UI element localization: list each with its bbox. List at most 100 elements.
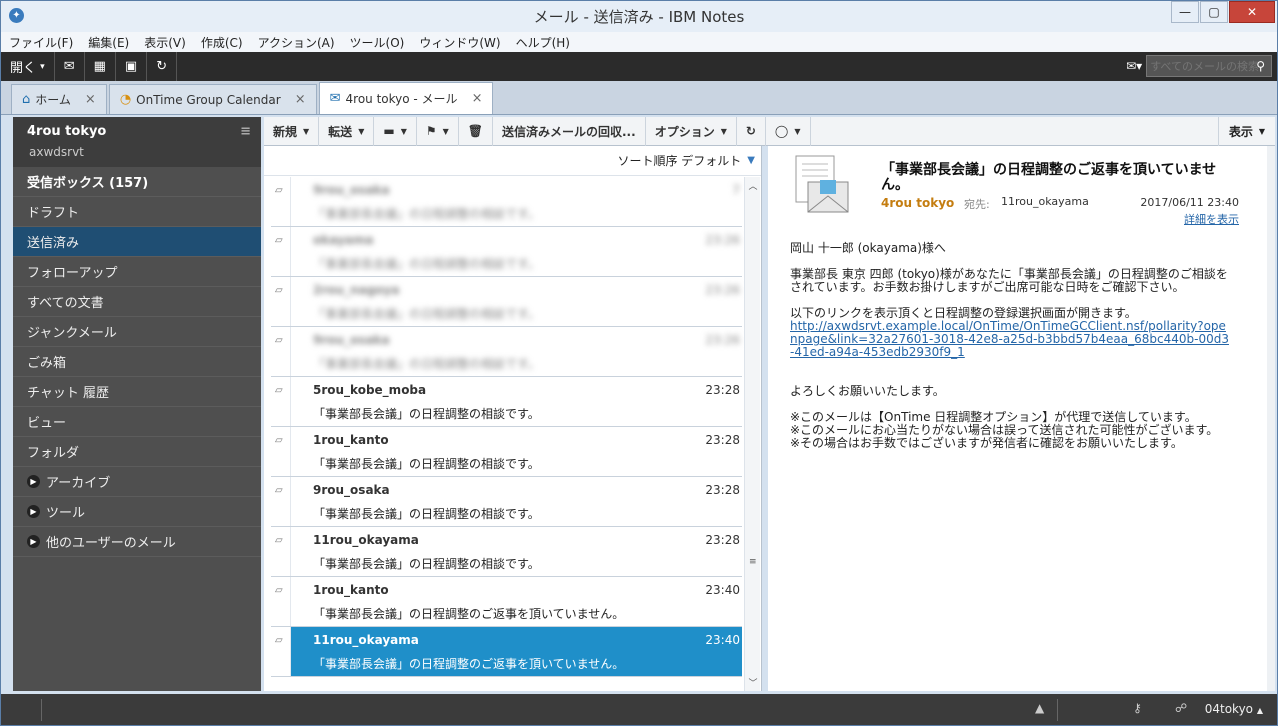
sidebar-item-inbox[interactable]: 受信ボックス (157)	[13, 167, 261, 197]
message-time: 23:40	[705, 583, 740, 597]
sent-doc-icon: ▱	[275, 335, 283, 346]
navigation-sidebar: 4rou tokyo ≡ axwdsrvt 受信ボックス (157) ドラフト 送…	[13, 117, 261, 691]
menu-edit[interactable]: 編集(E)	[88, 34, 129, 51]
recall-button[interactable]: 送信済みメールの回収...	[493, 116, 646, 146]
follow-up-button[interactable]: ⚑ ▼	[417, 116, 459, 146]
minimize-button[interactable]: —	[1171, 1, 1199, 23]
menu-view[interactable]: 表示(V)	[144, 34, 186, 51]
message-row[interactable]: ▱ 9rou_osaka 23:28 「事業部長会議」の日程調整の相談です。	[271, 477, 742, 527]
search-input[interactable]	[1146, 55, 1273, 77]
delete-button[interactable]: 🗑	[459, 116, 493, 146]
message-row[interactable]: ▱ 1rou_kanto 23:28 「事業部長会議」の日程調整の相談です。	[271, 427, 742, 477]
expand-arrow-icon[interactable]: ▶	[27, 475, 40, 488]
move-to-folder-button[interactable]: ▬ ▼	[374, 116, 417, 146]
search-view-button[interactable]: ◯ ▼	[766, 116, 811, 146]
tab-home[interactable]: ⌂ ホーム ×	[11, 84, 107, 114]
sidebar-item-tools[interactable]: ▶ ツール	[13, 497, 261, 527]
message-subject: 「事業部長会議」の日程調整の相談です。	[313, 357, 540, 371]
menu-help[interactable]: ヘルプ(H)	[516, 34, 570, 51]
new-label: 新規	[273, 124, 298, 139]
sidebar-item-trash[interactable]: ごみ箱	[13, 347, 261, 377]
menu-tools[interactable]: ツール(O)	[350, 34, 405, 51]
status-user[interactable]: 04tokyo ▲	[1205, 702, 1263, 716]
close-icon[interactable]: ×	[295, 92, 306, 107]
message-row[interactable]: ▱ 11rou_okayama 23:28 「事業部長会議」の日程調整の相談です。	[271, 527, 742, 577]
sidebar-item-folders[interactable]: フォルダ	[13, 437, 261, 467]
sidebar-item-sent[interactable]: 送信済み	[13, 227, 261, 257]
tab-mail[interactable]: ✉ 4rou tokyo - メール ×	[318, 82, 494, 114]
sidebar-item-label: 他のユーザーのメール	[46, 536, 176, 551]
sidebar-item-junk[interactable]: ジャンクメール	[13, 317, 261, 347]
key-icon[interactable]: ⚷	[1133, 701, 1142, 715]
reader-scrollbar[interactable]	[1267, 146, 1275, 691]
message-row[interactable]: ▱ 5rou_kobe_moba 23:28 「事業部長会議」の日程調整の相談です。	[271, 377, 742, 427]
expand-arrow-icon[interactable]: ▶	[27, 505, 40, 518]
maximize-button[interactable]: ▢	[1200, 1, 1228, 23]
menu-create[interactable]: 作成(C)	[201, 34, 243, 51]
close-icon[interactable]: ×	[85, 92, 96, 107]
sidebar-item-other-users-mail[interactable]: ▶ 他のユーザーのメール	[13, 527, 261, 557]
contacts-icon[interactable]: ▣	[116, 52, 148, 81]
new-button[interactable]: 新規 ▼	[264, 116, 320, 146]
display-label: 表示	[1228, 125, 1253, 139]
poll-link[interactable]: http://axwdsrvt.example.local/OnTime/OnT…	[790, 319, 1229, 359]
message-row[interactable]: ▱ 2rou_nagoya 23:26 「事業部長会議」の日程調整の相談です。	[271, 277, 742, 327]
menu-window[interactable]: ウィンドウ(W)	[419, 34, 500, 51]
window-title: メール - 送信済み - IBM Notes	[533, 8, 745, 26]
message-time: 23:28	[705, 533, 740, 547]
message-row[interactable]: ▱ 9rou_osaka 23:26 「事業部長会議」の日程調整の相談です。	[271, 327, 742, 377]
message-row[interactable]: ▱ 9rou_osaka 7 「事業部長会議」の日程調整の相談です。	[271, 177, 742, 227]
sidebar-item-chat-history[interactable]: チャット 履歴	[13, 377, 261, 407]
message-row-selected[interactable]: ▱ 11rou_okayama 23:40 「事業部長会議」の日程調整のご返事を頂いて…	[271, 627, 742, 677]
sidebar-item-label: チャット 履歴	[27, 386, 110, 401]
search-scope-icon[interactable]: ✉▾	[1126, 59, 1142, 73]
hamburger-menu-icon[interactable]: ≡	[240, 124, 251, 139]
message-time: 23:26	[705, 333, 740, 347]
message-from: 11rou_okayama	[313, 533, 419, 547]
sidebar-item-label: フォルダ	[27, 446, 80, 461]
display-button[interactable]: 表示 ▼	[1217, 117, 1275, 146]
tab-ontime-calendar[interactable]: ◔ OnTime Group Calendar ×	[108, 84, 317, 114]
message-from: 9rou_osaka	[313, 183, 390, 197]
window-controls: — ▢ ✕	[1170, 1, 1275, 23]
sametime-icon[interactable]: ↻	[147, 52, 178, 81]
open-label: 開く	[10, 61, 37, 76]
notes-app-icon[interactable]: ✦	[9, 8, 24, 23]
expand-arrow-icon[interactable]: ▶	[27, 535, 40, 548]
search-icon[interactable]: ⚲	[1256, 59, 1265, 73]
sidebar-item-drafts[interactable]: ドラフト	[13, 197, 261, 227]
sort-bar[interactable]: ソート順序 デフォルト ▼	[264, 146, 761, 176]
menu-file[interactable]: ファイル(F)	[9, 34, 73, 51]
status-up-icon[interactable]: ▲	[1035, 701, 1044, 715]
mail-icon: ✉	[329, 91, 341, 106]
recipient-name[interactable]: 11rou_okayama	[1001, 195, 1089, 208]
sender-name[interactable]: 4rou tokyo	[881, 196, 954, 210]
body-note: ※その場合はお手数ではございますが発信者に確認をお願いいたします。	[790, 436, 1183, 450]
sidebar-item-followup[interactable]: フォローアップ	[13, 257, 261, 287]
message-subject-heading: 「事業部長会議」の日程調整のご返事を頂いていません。	[881, 162, 1217, 193]
network-icon[interactable]: ☍	[1175, 701, 1187, 715]
refresh-button[interactable]: ↻	[737, 116, 766, 146]
message-subject: 「事業部長会議」の日程調整のご返事を頂いていません。	[313, 607, 625, 621]
menu-actions[interactable]: アクション(A)	[258, 34, 335, 51]
close-window-button[interactable]: ✕	[1229, 1, 1275, 23]
options-button[interactable]: オプション ▼	[646, 116, 737, 146]
chevron-down-icon: ▼	[400, 126, 407, 136]
mail-icon[interactable]: ✉	[55, 52, 85, 81]
scroll-thumb[interactable]: ≡	[749, 557, 757, 567]
calendar-icon[interactable]: ▦	[85, 52, 116, 81]
sidebar-item-archive[interactable]: ▶ アーカイブ	[13, 467, 261, 497]
calendar-icon: ◔	[119, 92, 132, 107]
open-button[interactable]: 開く ▾	[1, 52, 55, 81]
forward-button[interactable]: 転送 ▼	[319, 116, 375, 146]
sidebar-item-views[interactable]: ビュー	[13, 407, 261, 437]
scroll-down-icon[interactable]: ﹀	[747, 676, 759, 689]
scroll-up-icon[interactable]: ︿	[747, 179, 759, 192]
close-icon[interactable]: ×	[472, 91, 483, 106]
list-scrollbar[interactable]: ︿ ≡ ﹀	[744, 177, 760, 691]
message-row[interactable]: ▱ 1rou_kanto 23:40 「事業部長会議」の日程調整のご返事を頂いていませ…	[271, 577, 742, 627]
show-details-link[interactable]: 詳細を表示	[1184, 211, 1239, 227]
sidebar-item-all-documents[interactable]: すべての文書	[13, 287, 261, 317]
message-row[interactable]: ▱ okayama 23:26 「事業部長会議」の日程調整の相談です。	[271, 227, 742, 277]
app-window: ✦ メール - 送信済み - IBM Notes — ▢ ✕ ファイル(F) 編…	[0, 0, 1278, 726]
